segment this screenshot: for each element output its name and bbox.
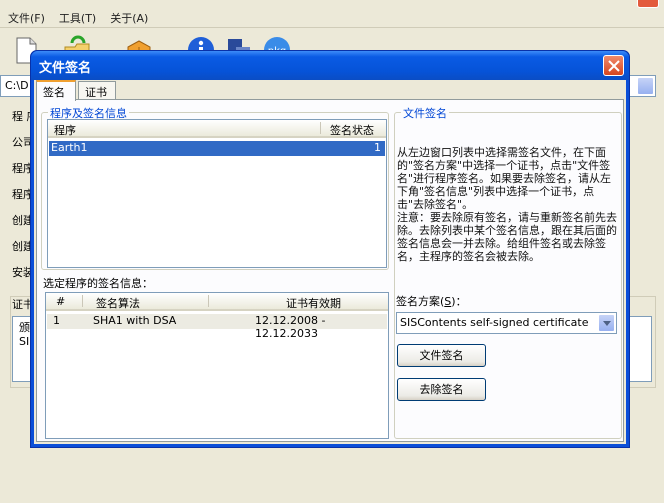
notice-paragraph: 注意：要去除原有签名，请与重新签名前先去除。去除列表中某个签名信息，跟在其后面的…: [397, 211, 617, 263]
program-list-header: 程序 签名状态: [48, 120, 386, 138]
menu-bar: 文件(F) 工具(T) 关于(A): [0, 8, 664, 28]
scheme-dropdown-button[interactable]: [598, 314, 615, 332]
sign-file-button[interactable]: 文件签名: [397, 344, 486, 367]
remove-signature-button[interactable]: 去除签名: [397, 378, 486, 401]
sig-number: 1: [53, 314, 60, 327]
table-row[interactable]: 1 SHA1 with DSA 12.12.2008 - 12.12.2033: [47, 314, 387, 340]
scheme-value: SISContents self-signed certificate: [400, 316, 589, 329]
file-sign-group-title: 文件签名: [401, 105, 449, 121]
menu-tools[interactable]: 工具(T): [59, 10, 96, 26]
instructions-text: 从左边窗口列表中选择需签名文件，在下面的"签名方案"中选择一个证书，点击"文件签…: [397, 146, 617, 263]
column-number[interactable]: #: [56, 295, 65, 308]
column-validity[interactable]: 证书有效期: [286, 295, 341, 311]
close-icon: [608, 60, 620, 72]
tab-certificate[interactable]: 证书: [78, 81, 116, 99]
program-list[interactable]: 程序 签名状态 Earth1 1: [47, 119, 387, 268]
selected-sig-label: 选定程序的签名信息：: [43, 277, 153, 290]
dialog-body: 签名 证书 程序及签名信息 程序 签名状态 Earth1 1 选定程序的签名信息…: [34, 80, 626, 444]
cert-list-column[interactable]: 颁: [19, 319, 30, 335]
menu-about[interactable]: 关于(A): [110, 10, 148, 26]
table-row[interactable]: Earth1 1: [49, 141, 385, 156]
dialog-titlebar[interactable]: 文件签名: [31, 51, 629, 80]
instructions-paragraph: 从左边窗口列表中选择需签名文件，在下面的"签名方案"中选择一个证书，点击"文件签…: [397, 146, 612, 211]
signature-list-header: # 签名算法 证书有效期: [46, 293, 388, 311]
main-window-close-button[interactable]: [637, 0, 659, 8]
signature-list[interactable]: # 签名算法 证书有效期 1 SHA1 with DSA 12.12.2008 …: [45, 292, 389, 439]
file-sign-dialog: 文件签名 签名 证书 程序及签名信息 程序 签名状态 Earth1 1 选定程序…: [30, 50, 630, 448]
scheme-hotkey: S: [444, 295, 452, 308]
tab-sign[interactable]: 签名: [36, 80, 76, 101]
sign-status: 1: [374, 141, 381, 154]
scheme-select[interactable]: SISContents self-signed certificate: [396, 312, 617, 334]
scheme-label-text: 签名方案: [396, 295, 440, 308]
dialog-title: 文件签名: [39, 61, 92, 76]
chevron-down-icon[interactable]: [637, 77, 654, 95]
column-program[interactable]: 程序: [54, 122, 76, 138]
column-algorithm[interactable]: 签名算法: [96, 295, 140, 311]
scheme-label: 签名方案(S)：: [396, 295, 467, 308]
sig-algorithm: SHA1 with DSA: [93, 314, 177, 327]
sig-validity: 12.12.2008 - 12.12.2033: [255, 314, 326, 340]
column-sign-status[interactable]: 签名状态: [330, 122, 374, 138]
chevron-down-icon: [603, 321, 611, 326]
path-text: C:\D: [5, 79, 29, 92]
menu-file[interactable]: 文件(F): [8, 10, 45, 26]
close-button[interactable]: [603, 55, 624, 76]
program-name: Earth1: [51, 141, 88, 154]
